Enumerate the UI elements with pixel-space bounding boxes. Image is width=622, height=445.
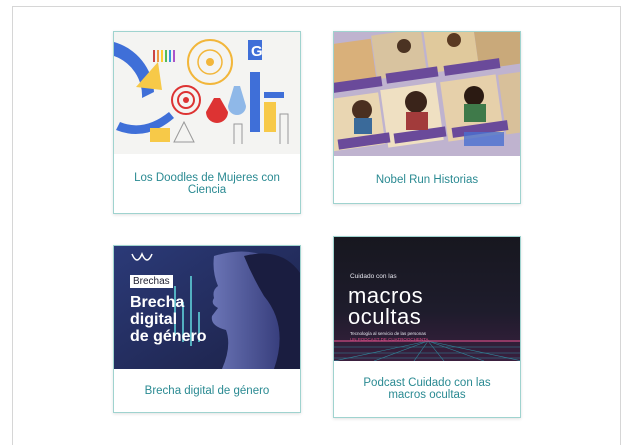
thumbnail-subtitle-2: UN PODCAST DE CUATROOCHENTA	[350, 337, 429, 342]
card-nobel-run-historias[interactable]: Nobel Run Historias	[333, 31, 521, 204]
card-doodles-mujeres-ciencia[interactable]: G Los Doodles de Mujeres con Ciencia	[113, 31, 301, 214]
card-podcast-macros-ocultas[interactable]: Cuidado con las macros ocultas Tecnologí…	[333, 236, 521, 418]
card-brecha-digital-genero[interactable]: Brechas Brecha digital de género Brecha …	[113, 245, 301, 413]
card-thumbnail-doodles: G	[114, 32, 300, 154]
card-caption[interactable]: Brecha digital de género	[114, 369, 300, 412]
science-doodle-illustration: G	[114, 32, 300, 154]
card-thumbnail-brecha: Brechas Brecha digital de género	[114, 246, 300, 369]
brechas-tag: Brechas	[130, 275, 173, 288]
card-thumbnail-macros: Cuidado con las macros ocultas Tecnologí…	[334, 237, 520, 361]
thumbnail-title: macros ocultas	[348, 283, 424, 329]
trading-cards-photo	[334, 32, 520, 156]
card-caption[interactable]: Los Doodles de Mujeres con Ciencia	[114, 154, 300, 213]
card-thumbnail-nobel-run	[334, 32, 520, 156]
card-caption[interactable]: Podcast Cuidado con las macros ocultas	[334, 361, 520, 417]
svg-text:G: G	[251, 43, 263, 60]
card-caption[interactable]: Nobel Run Historias	[334, 156, 520, 203]
thumbnail-kicker: Cuidado con las	[350, 273, 397, 280]
content-panel	[12, 6, 621, 445]
thumbnail-title: Brecha digital de género	[130, 294, 207, 345]
thumbnail-subtitle: Tecnología al servicio de las personas	[350, 331, 427, 336]
